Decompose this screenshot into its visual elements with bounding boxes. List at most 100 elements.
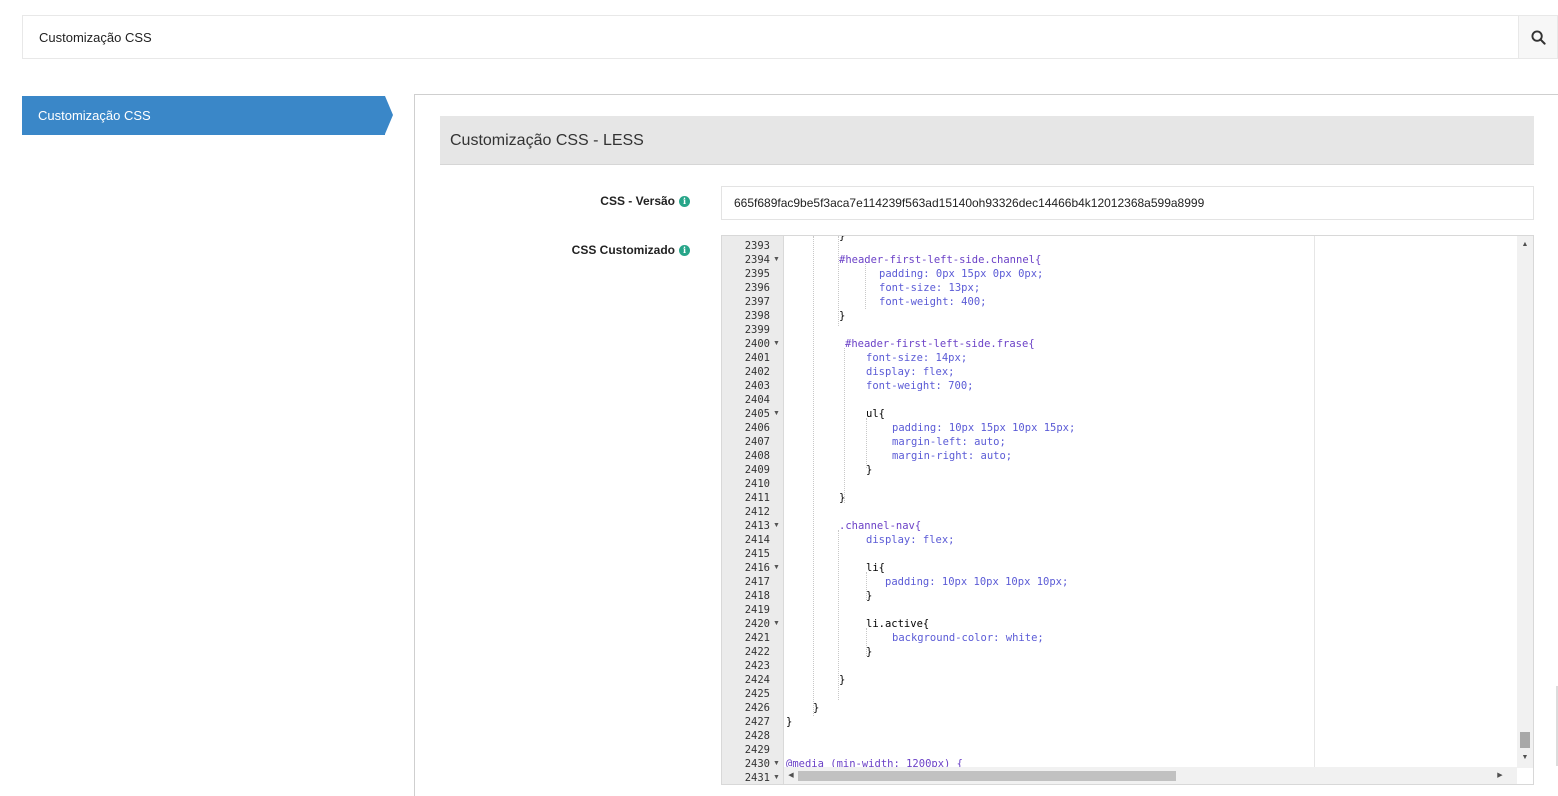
indent-guide	[813, 236, 814, 716]
css-version-label: CSS - Versão i	[560, 194, 690, 208]
line-number: 2415	[744, 548, 770, 560]
line-number: 2410	[744, 478, 770, 490]
horizontal-scroll-thumb[interactable]	[798, 771, 1176, 781]
css-code-editor[interactable]: 2393 2394 ▼ 2395 2396 2397 2398 2399 240…	[721, 235, 1534, 785]
page-search-bar[interactable]: Customização CSS	[22, 15, 1558, 59]
code-line: ul{	[866, 408, 885, 420]
scroll-left-icon[interactable]: ◀	[784, 767, 798, 784]
code-line: margin-right: auto;	[892, 450, 1013, 462]
vertical-scroll-thumb[interactable]	[1520, 732, 1530, 748]
info-icon[interactable]: i	[679, 245, 690, 257]
editor-horizontal-scrollbar[interactable]: ◀ ▶	[784, 767, 1517, 784]
code-line: padding: 10px 10px 10px 10px;	[885, 576, 1069, 588]
line-number: 2431	[744, 772, 770, 784]
line-number: 2427	[744, 716, 770, 728]
line-number: 2411	[744, 492, 770, 504]
section-header: Customização CSS - LESS	[440, 116, 1534, 165]
indent-guide	[844, 348, 845, 503]
code-line: margin-left: auto;	[892, 436, 1006, 448]
code-line: background-color: white;	[892, 632, 1044, 644]
code-line: li{	[866, 562, 885, 574]
line-number: 2400	[744, 338, 770, 350]
scroll-up-icon[interactable]: ▲	[1517, 238, 1533, 252]
code-line: }	[839, 674, 846, 686]
code-line: padding: 10px 15px 10px 15px;	[892, 422, 1076, 434]
css-custom-label: CSS Customizado i	[540, 243, 690, 257]
code-line: }	[866, 464, 873, 476]
line-number: 2417	[744, 576, 770, 588]
line-number: 2398	[744, 310, 770, 322]
line-number: 2414	[744, 534, 770, 546]
code-line: #header-first-left-side.frase{	[845, 338, 1035, 350]
code-line: }	[839, 235, 846, 242]
code-line: font-size: 13px;	[879, 282, 981, 294]
line-number: 2409	[744, 464, 770, 476]
line-number: 2406	[744, 422, 770, 434]
line-number: 2426	[744, 702, 770, 714]
active-arrow	[385, 96, 393, 134]
search-bar-title: Customização CSS	[39, 30, 152, 45]
scroll-down-icon[interactable]: ▼	[1517, 751, 1533, 765]
line-number: 2405	[744, 408, 770, 420]
css-custom-label-text: CSS Customizado	[571, 243, 675, 257]
code-line: padding: 0px 15px 0px 0px;	[879, 268, 1044, 280]
code-line: }	[786, 716, 793, 728]
code-line: li.active{	[866, 618, 930, 630]
line-number: 2397	[744, 296, 770, 308]
line-number: 2393	[744, 240, 770, 252]
line-number: 2402	[744, 366, 770, 378]
code-line: .channel-nav{	[839, 520, 922, 532]
code-line: }	[813, 702, 820, 714]
code-line: }	[839, 492, 846, 504]
line-number: 2428	[744, 730, 770, 742]
code-line: font-weight: 700;	[866, 380, 974, 392]
line-number: 2425	[744, 688, 770, 700]
section-title: Customização CSS - LESS	[450, 132, 644, 149]
print-margin	[1314, 236, 1315, 784]
line-number: 2423	[744, 660, 770, 672]
code-line: font-weight: 400;	[879, 296, 987, 308]
line-number: 2394	[744, 254, 770, 266]
indent-guide	[866, 418, 867, 468]
line-number: 2421	[744, 632, 770, 644]
scroll-right-icon[interactable]: ▶	[1493, 767, 1507, 784]
fold-toggle-icon[interactable]: ▼	[773, 757, 780, 771]
search-button[interactable]	[1518, 16, 1557, 58]
code-line: }	[866, 646, 873, 658]
line-number: 2395	[744, 268, 770, 280]
search-icon	[1530, 29, 1546, 45]
line-number: 2429	[744, 744, 770, 756]
css-version-label-text: CSS - Versão	[600, 194, 675, 208]
fold-toggle-icon[interactable]: ▼	[773, 561, 780, 575]
code-line: #header-first-left-side.channel{	[839, 254, 1042, 266]
css-version-field[interactable]: 665f689fac9be5f3aca7e114239f563ad15140oh…	[721, 186, 1534, 220]
line-number: 2412	[744, 506, 770, 518]
code-line: }	[866, 590, 873, 602]
line-number-gutter: 2393 2394 ▼ 2395 2396 2397 2398 2399 240…	[722, 236, 784, 784]
fold-toggle-icon[interactable]: ▼	[773, 253, 780, 267]
code-line: font-size: 14px;	[866, 352, 968, 364]
fold-toggle-icon[interactable]: ▼	[773, 407, 780, 421]
line-number: 2422	[744, 646, 770, 658]
line-number: 2413	[744, 520, 770, 532]
code-line: display: flex;	[866, 366, 955, 378]
line-number: 2419	[744, 604, 770, 616]
fold-toggle-icon[interactable]: ▼	[773, 617, 780, 631]
fold-toggle-icon[interactable]: ▼	[773, 337, 780, 351]
line-number: 2407	[744, 436, 770, 448]
line-number: 2404	[744, 394, 770, 406]
fold-toggle-icon[interactable]: ▼	[773, 519, 780, 533]
info-icon[interactable]: i	[679, 196, 690, 208]
code-line: }	[839, 310, 846, 322]
indent-guide	[865, 264, 866, 309]
line-number: 2424	[744, 674, 770, 686]
sidebar-item-customizacao-css[interactable]: Customização CSS	[22, 96, 393, 135]
line-number: 2430	[744, 758, 770, 770]
line-number: 2399	[744, 324, 770, 336]
code-line: display: flex;	[866, 534, 955, 546]
fold-toggle-icon[interactable]: ▼	[773, 771, 780, 784]
line-number: 2401	[744, 352, 770, 364]
line-number: 2403	[744, 380, 770, 392]
editor-vertical-scrollbar[interactable]: ▲ ▼	[1517, 236, 1533, 768]
line-number: 2408	[744, 450, 770, 462]
